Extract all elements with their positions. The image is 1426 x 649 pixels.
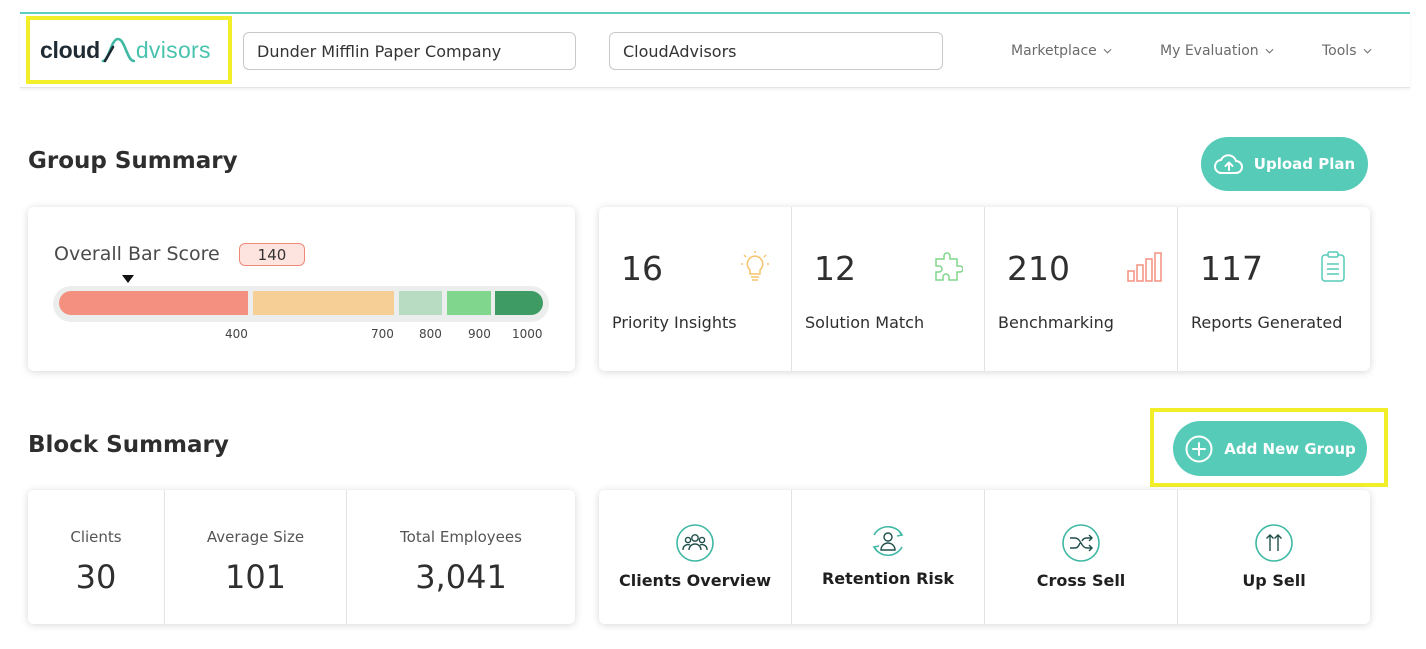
action-label: Up Sell: [1242, 571, 1306, 590]
metric-value: 3,041: [415, 558, 507, 596]
score-tick-700: 700: [371, 327, 394, 341]
chevron-down-icon: [1265, 48, 1274, 54]
clipboard-icon: [1321, 251, 1345, 282]
stat-label: Priority Insights: [612, 313, 737, 332]
block-metrics-card: Clients 30 Average Size 101 Total Employ…: [28, 490, 575, 624]
score-tick-900: 900: [468, 327, 491, 341]
top-header: cloud dvisors Dunder Mifflin Paper Compa…: [20, 14, 1410, 88]
add-new-group-label: Add New Group: [1224, 439, 1356, 458]
chevron-down-icon: [1363, 48, 1371, 54]
group-stats-card: 16 Priority Insights 12 Solution Match 2…: [599, 207, 1370, 371]
lightbulb-icon: [741, 251, 769, 281]
score-segment-excellent: [495, 291, 543, 315]
puzzle-icon: [935, 252, 963, 281]
group-summary-title: Group Summary: [28, 148, 238, 174]
action-retention-risk[interactable]: Retention Risk: [792, 490, 985, 624]
stat-value: 117: [1200, 249, 1263, 288]
nav-marketplace-label: Marketplace: [1011, 43, 1097, 59]
metric-label: Clients: [70, 528, 122, 546]
stat-solution-match[interactable]: 12 Solution Match: [792, 207, 985, 371]
cloud-upload-icon: [1213, 154, 1243, 174]
chevron-down-icon: [1103, 48, 1112, 54]
upload-plan-label: Upload Plan: [1253, 155, 1356, 173]
metric-average-size: Average Size 101: [165, 490, 347, 624]
logo-text-cloud: cloud: [40, 36, 100, 63]
metric-label: Total Employees: [400, 528, 522, 546]
bar-chart-icon: [1127, 252, 1162, 282]
add-new-group-button[interactable]: Add New Group: [1173, 421, 1367, 476]
block-summary-title: Block Summary: [28, 432, 229, 458]
logo-wave-icon: [101, 37, 135, 63]
nav-tools-label: Tools: [1322, 43, 1357, 59]
stat-label: Reports Generated: [1191, 313, 1343, 332]
company-field-value: Dunder Mifflin Paper Company: [257, 41, 502, 61]
advisor-field-value: CloudAdvisors: [623, 41, 737, 61]
advisor-field[interactable]: CloudAdvisors: [609, 32, 943, 70]
action-clients-overview[interactable]: Clients Overview: [599, 490, 792, 624]
logo[interactable]: cloud dvisors: [26, 16, 232, 84]
block-actions-card: Clients Overview Retention Risk Cross Se…: [599, 490, 1370, 624]
nav-tools[interactable]: Tools: [1322, 43, 1372, 59]
stat-label: Benchmarking: [998, 313, 1114, 332]
nav-my-evaluation[interactable]: My Evaluation: [1160, 43, 1274, 59]
score-pointer-icon: [122, 275, 134, 283]
stat-benchmarking[interactable]: 210 Benchmarking: [985, 207, 1178, 371]
score-tick-400: 400: [225, 327, 248, 341]
action-cross-sell[interactable]: Cross Sell: [985, 490, 1178, 624]
bar-score-card: Overall Bar Score 140 400 700 800 900 10…: [28, 207, 575, 371]
stat-label: Solution Match: [805, 313, 925, 332]
action-label: Clients Overview: [618, 571, 771, 590]
stat-value: 210: [1007, 249, 1070, 288]
nav-my-evaluation-label: My Evaluation: [1160, 43, 1259, 59]
score-tick-1000: 1000: [512, 327, 543, 341]
user-retention-icon: [872, 526, 904, 556]
stat-value: 12: [814, 249, 856, 288]
users-group-icon: [676, 524, 714, 562]
action-label: Retention Risk: [821, 569, 955, 588]
bar-score-label: Overall Bar Score: [54, 243, 220, 265]
stat-reports-generated[interactable]: 117 Reports Generated: [1178, 207, 1370, 371]
score-tick-800: 800: [419, 327, 442, 341]
logo-text-advisors: dvisors: [135, 36, 211, 63]
metric-value: 30: [75, 558, 117, 596]
stat-priority-insights[interactable]: 16 Priority Insights: [599, 207, 792, 371]
nav-marketplace[interactable]: Marketplace: [1011, 43, 1112, 59]
score-segment-medium: [253, 291, 394, 315]
metric-value: 101: [224, 558, 287, 596]
score-segment-good: [447, 291, 491, 315]
arrows-up-icon: [1255, 524, 1293, 562]
score-segment-fair: [399, 291, 442, 315]
upload-plan-button[interactable]: Upload Plan: [1201, 137, 1368, 191]
plus-circle-icon: [1185, 435, 1213, 462]
action-up-sell[interactable]: Up Sell: [1178, 490, 1370, 624]
bar-score-badge: 140: [239, 243, 305, 266]
metric-total-employees: Total Employees 3,041: [347, 490, 575, 624]
company-field[interactable]: Dunder Mifflin Paper Company: [243, 32, 576, 70]
metric-label: Average Size: [206, 528, 305, 546]
score-segment-low: [59, 291, 248, 315]
metric-clients: Clients 30: [28, 490, 165, 624]
shuffle-icon: [1062, 524, 1100, 562]
stat-value: 16: [621, 249, 663, 288]
action-label: Cross Sell: [1036, 571, 1126, 590]
